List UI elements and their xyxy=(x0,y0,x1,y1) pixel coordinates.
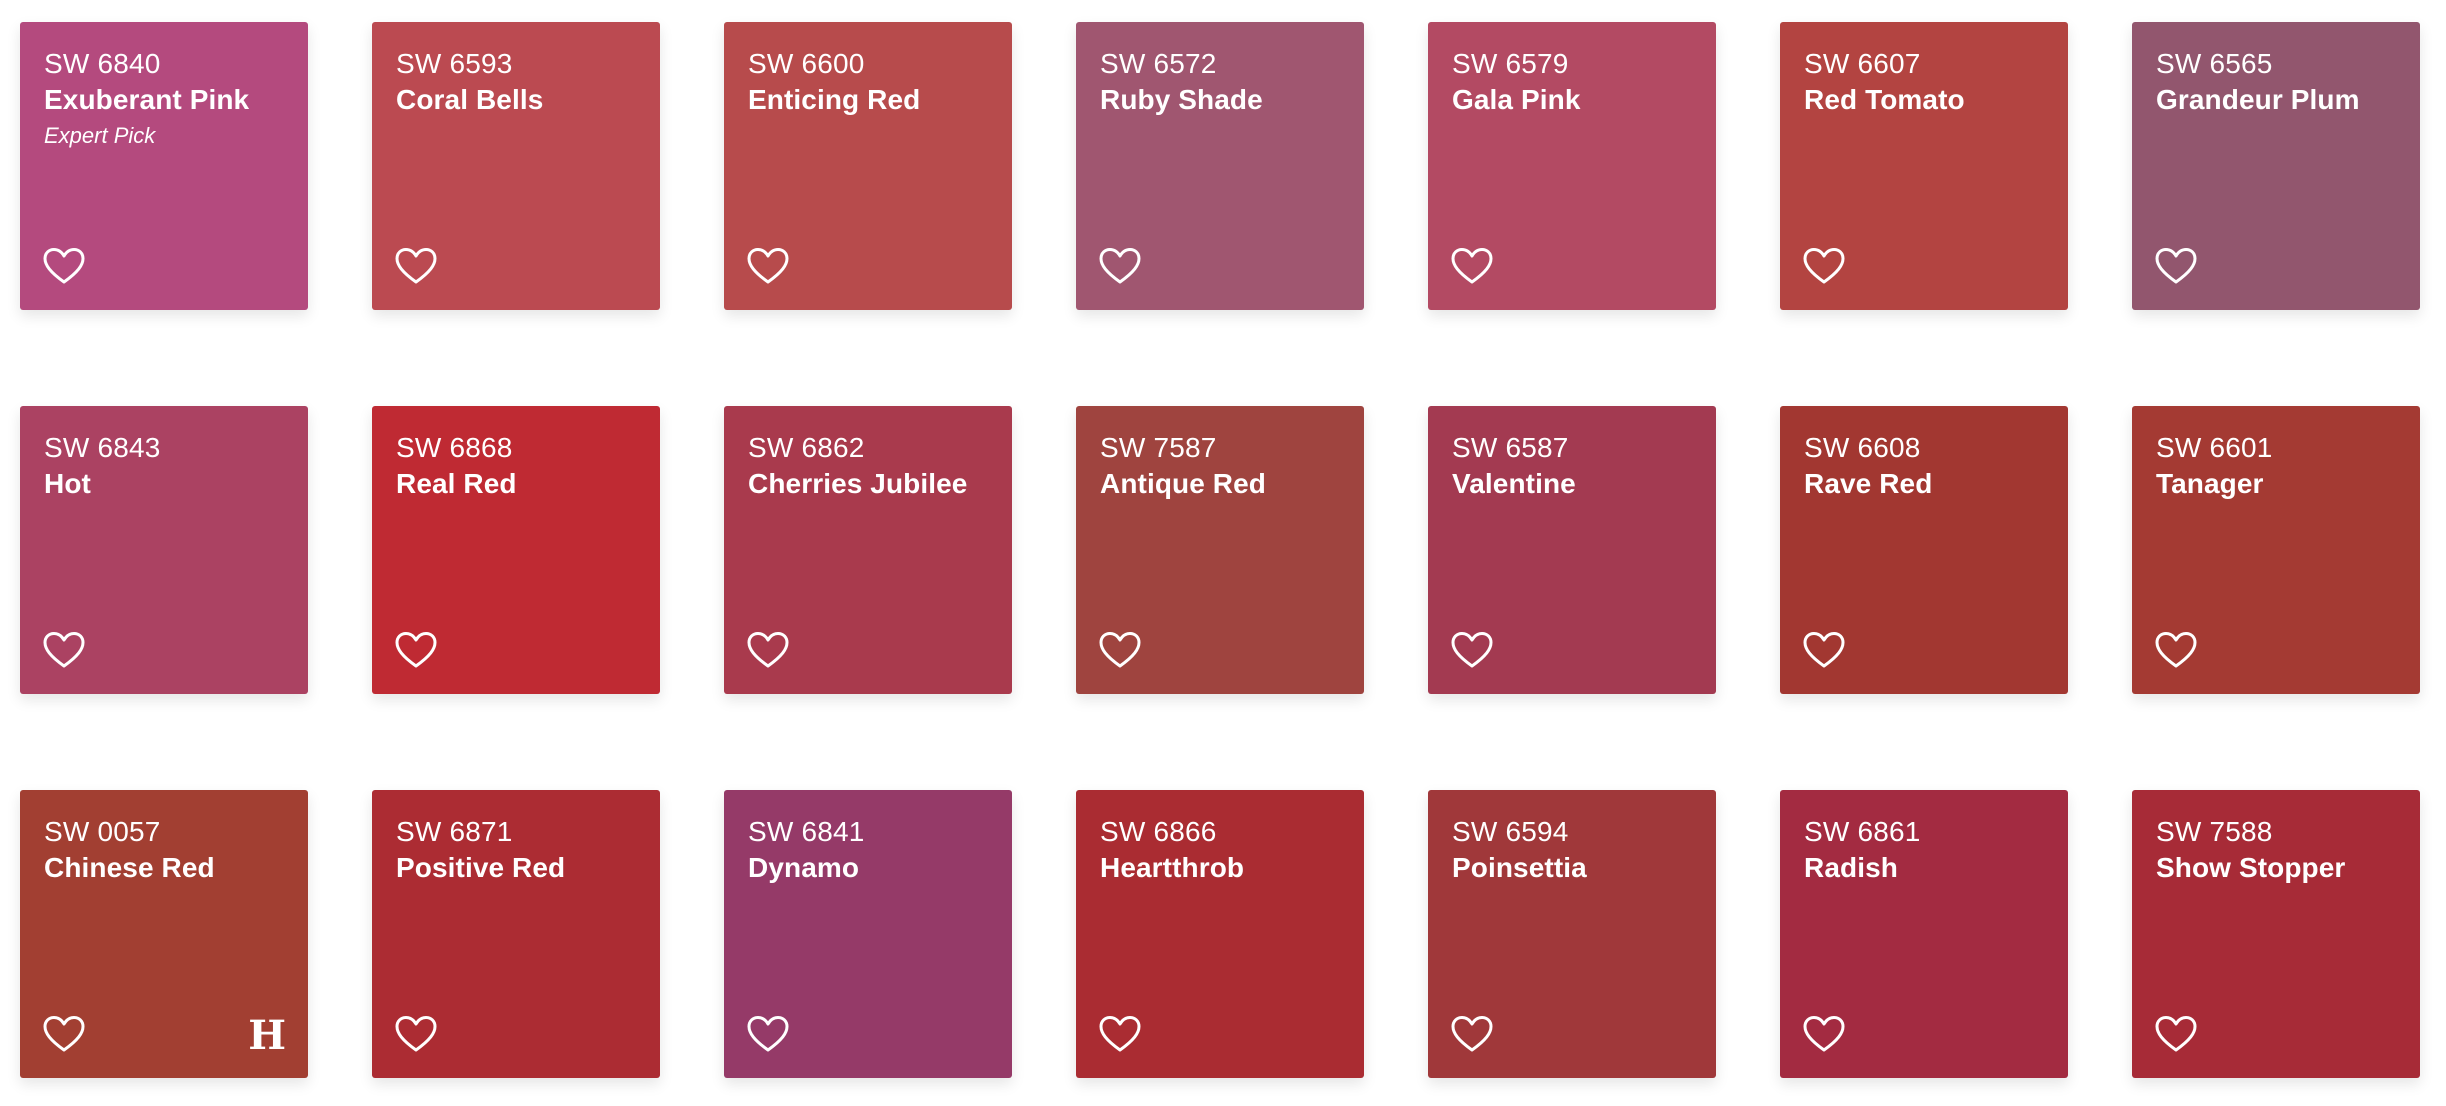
color-name: Red Tomato xyxy=(1804,84,1965,115)
color-code: SW 6594 xyxy=(1452,816,1569,847)
heart-icon[interactable] xyxy=(1450,246,1494,286)
color-swatch[interactable]: SW 6843 Hot xyxy=(20,406,308,694)
color-swatch[interactable]: SW 6861 Radish xyxy=(1780,790,2068,1078)
color-swatch[interactable]: SW 6607 Red Tomato xyxy=(1780,22,2068,310)
color-code: SW 6587 xyxy=(1452,432,1569,463)
color-swatch[interactable]: SW 6565 Grandeur Plum xyxy=(2132,22,2420,310)
color-code: SW 6565 xyxy=(2156,48,2273,79)
color-code: SW 7588 xyxy=(2156,816,2273,847)
heart-icon[interactable] xyxy=(746,630,790,670)
color-swatch[interactable]: SW 6840 Exuberant Pink Expert Pick xyxy=(20,22,308,310)
heart-icon[interactable] xyxy=(1802,630,1846,670)
color-name: Enticing Red xyxy=(748,84,921,115)
heart-icon[interactable] xyxy=(1802,246,1846,286)
heart-icon[interactable] xyxy=(1450,630,1494,670)
color-name: Coral Bells xyxy=(396,84,544,115)
color-swatch[interactable]: SW 0057 Chinese Red H xyxy=(20,790,308,1078)
color-swatch[interactable]: SW 6587 Valentine xyxy=(1428,406,1716,694)
color-name: Chinese Red xyxy=(44,852,215,883)
color-code: SW 6861 xyxy=(1804,816,1921,847)
heart-icon[interactable] xyxy=(1802,1014,1846,1054)
color-name: Heartthrob xyxy=(1100,852,1245,883)
color-code: SW 6862 xyxy=(748,432,865,463)
color-name: Ruby Shade xyxy=(1100,84,1263,115)
color-swatch[interactable]: SW 7587 Antique Red xyxy=(1076,406,1364,694)
heart-icon[interactable] xyxy=(1098,630,1142,670)
color-code: SW 7587 xyxy=(1100,432,1217,463)
color-name: Hot xyxy=(44,468,91,499)
heart-icon[interactable] xyxy=(2154,630,2198,670)
heart-icon[interactable] xyxy=(394,630,438,670)
color-code: SW 6601 xyxy=(2156,432,2273,463)
color-name: Exuberant Pink xyxy=(44,84,250,115)
color-code: SW 6579 xyxy=(1452,48,1569,79)
color-code: SW 0057 xyxy=(44,816,161,847)
heart-icon[interactable] xyxy=(42,246,86,286)
color-name: Valentine xyxy=(1452,468,1576,499)
color-name: Real Red xyxy=(396,468,517,499)
color-swatch[interactable]: SW 7588 Show Stopper xyxy=(2132,790,2420,1078)
color-swatch[interactable]: SW 6862 Cherries Jubilee xyxy=(724,406,1012,694)
color-code: SW 6866 xyxy=(1100,816,1217,847)
color-name: Radish xyxy=(1804,852,1898,883)
color-code: SW 6871 xyxy=(396,816,513,847)
color-name: Show Stopper xyxy=(2156,852,2346,883)
color-swatch[interactable]: SW 6593 Coral Bells xyxy=(372,22,660,310)
color-name: Tanager xyxy=(2156,468,2264,499)
heart-icon[interactable] xyxy=(394,246,438,286)
color-code: SW 6868 xyxy=(396,432,513,463)
color-name: Grandeur Plum xyxy=(2156,84,2360,115)
heart-icon[interactable] xyxy=(42,630,86,670)
heart-icon[interactable] xyxy=(2154,1014,2198,1054)
color-swatch[interactable]: SW 6594 Poinsettia xyxy=(1428,790,1716,1078)
color-code: SW 6843 xyxy=(44,432,161,463)
heart-icon[interactable] xyxy=(1098,246,1142,286)
heart-icon[interactable] xyxy=(2154,246,2198,286)
color-code: SW 6593 xyxy=(396,48,513,79)
color-code: SW 6572 xyxy=(1100,48,1217,79)
color-code: SW 6607 xyxy=(1804,48,1921,79)
heart-icon[interactable] xyxy=(42,1014,86,1054)
color-name: Antique Red xyxy=(1100,468,1266,499)
color-name: Positive Red xyxy=(396,852,566,883)
color-name: Gala Pink xyxy=(1452,84,1581,115)
color-swatch[interactable]: SW 6841 Dynamo xyxy=(724,790,1012,1078)
heart-icon[interactable] xyxy=(394,1014,438,1054)
color-swatch[interactable]: SW 6866 Heartthrob xyxy=(1076,790,1364,1078)
expert-pick-badge: Expert Pick xyxy=(44,123,156,148)
heart-icon[interactable] xyxy=(746,246,790,286)
color-code: SW 6840 xyxy=(44,48,161,79)
color-name: Dynamo xyxy=(748,852,860,883)
color-swatch[interactable]: SW 6608 Rave Red xyxy=(1780,406,2068,694)
heart-icon[interactable] xyxy=(1098,1014,1142,1054)
color-swatch-grid: SW 6840 Exuberant Pink Expert Pick SW 65… xyxy=(20,22,2420,1078)
heart-icon[interactable] xyxy=(746,1014,790,1054)
color-name: Cherries Jubilee xyxy=(748,468,968,499)
hgtv-home-logo-icon: H xyxy=(248,1012,286,1059)
color-swatch[interactable]: SW 6572 Ruby Shade xyxy=(1076,22,1364,310)
color-swatch[interactable]: SW 6601 Tanager xyxy=(2132,406,2420,694)
color-name: Rave Red xyxy=(1804,468,1933,499)
color-code: SW 6841 xyxy=(748,816,865,847)
color-code: SW 6600 xyxy=(748,48,865,79)
color-swatch[interactable]: SW 6868 Real Red xyxy=(372,406,660,694)
color-swatch[interactable]: SW 6600 Enticing Red xyxy=(724,22,1012,310)
color-code: SW 6608 xyxy=(1804,432,1921,463)
color-name: Poinsettia xyxy=(1452,852,1587,883)
color-swatch[interactable]: SW 6871 Positive Red xyxy=(372,790,660,1078)
color-swatch[interactable]: SW 6579 Gala Pink xyxy=(1428,22,1716,310)
heart-icon[interactable] xyxy=(1450,1014,1494,1054)
